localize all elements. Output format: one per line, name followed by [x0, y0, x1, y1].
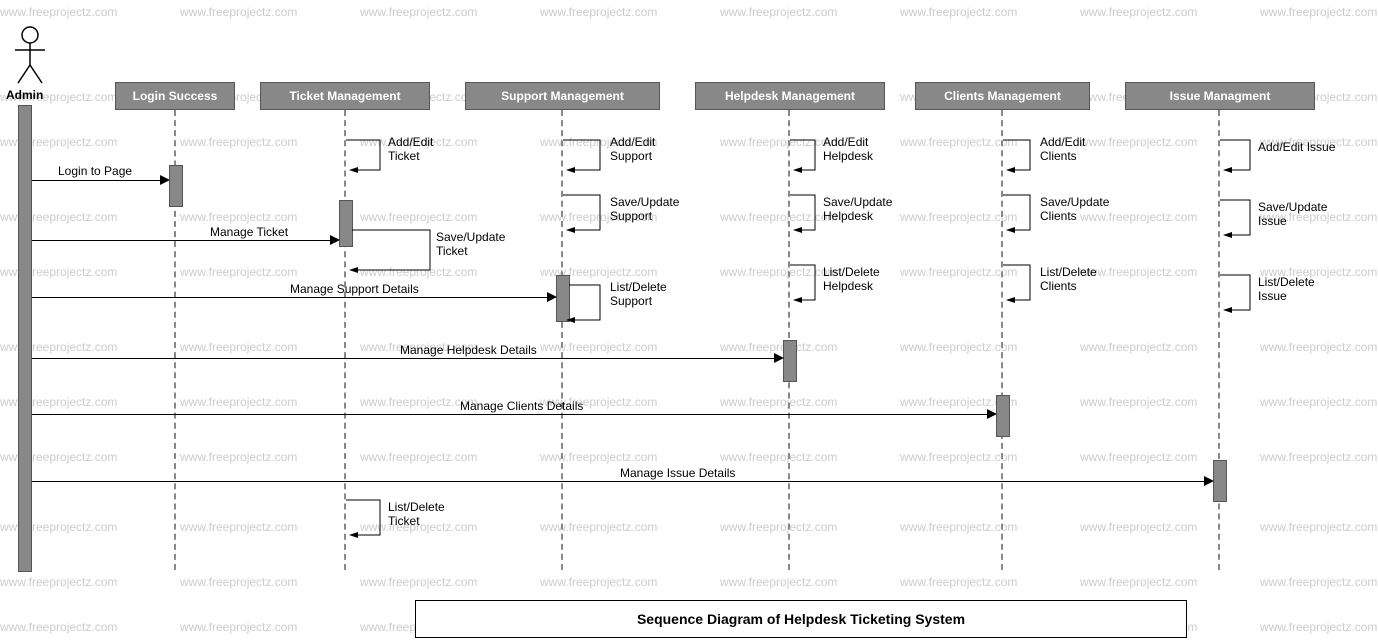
- arrow-issue: [32, 481, 1211, 482]
- activation-support: [556, 275, 570, 322]
- arrowhead-support: [547, 292, 557, 302]
- diagram-title: Sequence Diagram of Helpdesk Ticketing S…: [415, 600, 1187, 638]
- activation-login: [169, 165, 183, 207]
- label-ticket: Manage Ticket: [210, 225, 288, 239]
- lbl-ticket-add: Add/Edit Ticket: [388, 135, 433, 163]
- lbl-support-list: List/Delete Support: [610, 280, 667, 308]
- lbl-ticket-save: Save/Update Ticket: [436, 230, 505, 258]
- arrow-ticket: [32, 240, 337, 241]
- lifeline-login: Login Success: [115, 82, 235, 110]
- arrowhead-helpdesk: [774, 353, 784, 363]
- lifeline-dash-support: [561, 110, 563, 570]
- label-clients: Manage Clients Details: [460, 399, 583, 413]
- label-helpdesk: Manage Helpdesk Details: [400, 343, 537, 357]
- lbl-clients-add: Add/Edit Clients: [1040, 135, 1085, 163]
- lifeline-support: Support Management: [465, 82, 660, 110]
- arrow-login: [32, 180, 167, 181]
- activation-issue: [1213, 460, 1227, 502]
- activation-ticket: [339, 200, 353, 247]
- lbl-helpdesk-list: List/Delete Helpdesk: [823, 265, 880, 293]
- lbl-ticket-list: List/Delete Ticket: [388, 500, 445, 528]
- lbl-support-add: Add/Edit Support: [610, 135, 655, 163]
- label-support: Manage Support Details: [290, 282, 419, 296]
- admin-activation: [18, 105, 32, 572]
- lbl-helpdesk-add: Add/Edit Helpdesk: [823, 135, 873, 163]
- arrowhead-login: [160, 175, 170, 185]
- lifeline-dash-ticket: [344, 110, 346, 570]
- arrowhead-issue: [1204, 476, 1214, 486]
- arrowhead-ticket: [330, 235, 340, 245]
- arrow-clients: [32, 414, 994, 415]
- label-issue: Manage Issue Details: [620, 466, 735, 480]
- lbl-support-save: Save/Update Support: [610, 195, 679, 223]
- arrow-helpdesk: [32, 358, 781, 359]
- lifeline-ticket: Ticket Management: [260, 82, 430, 110]
- arrow-support: [32, 297, 554, 298]
- activation-clients: [996, 395, 1010, 437]
- lbl-clients-list: List/Delete Clients: [1040, 265, 1097, 293]
- lifeline-clients: Clients Management: [915, 82, 1090, 110]
- lbl-issue-list: List/Delete Issue: [1258, 275, 1315, 303]
- arrowhead-clients: [987, 409, 997, 419]
- lifeline-issue: Issue Managment: [1125, 82, 1315, 110]
- lbl-issue-save: Save/Update Issue: [1258, 200, 1327, 228]
- lbl-helpdesk-save: Save/Update Helpdesk: [823, 195, 892, 223]
- actor-icon: [10, 25, 50, 85]
- label-login: Login to Page: [58, 164, 132, 178]
- lbl-clients-save: Save/Update Clients: [1040, 195, 1109, 223]
- lifeline-helpdesk: Helpdesk Management: [695, 82, 885, 110]
- lifeline-dash-clients: [1001, 110, 1003, 570]
- activation-helpdesk: [783, 340, 797, 382]
- actor-label: Admin: [6, 88, 43, 102]
- lbl-issue-add: Add/Edit Issue: [1258, 140, 1335, 154]
